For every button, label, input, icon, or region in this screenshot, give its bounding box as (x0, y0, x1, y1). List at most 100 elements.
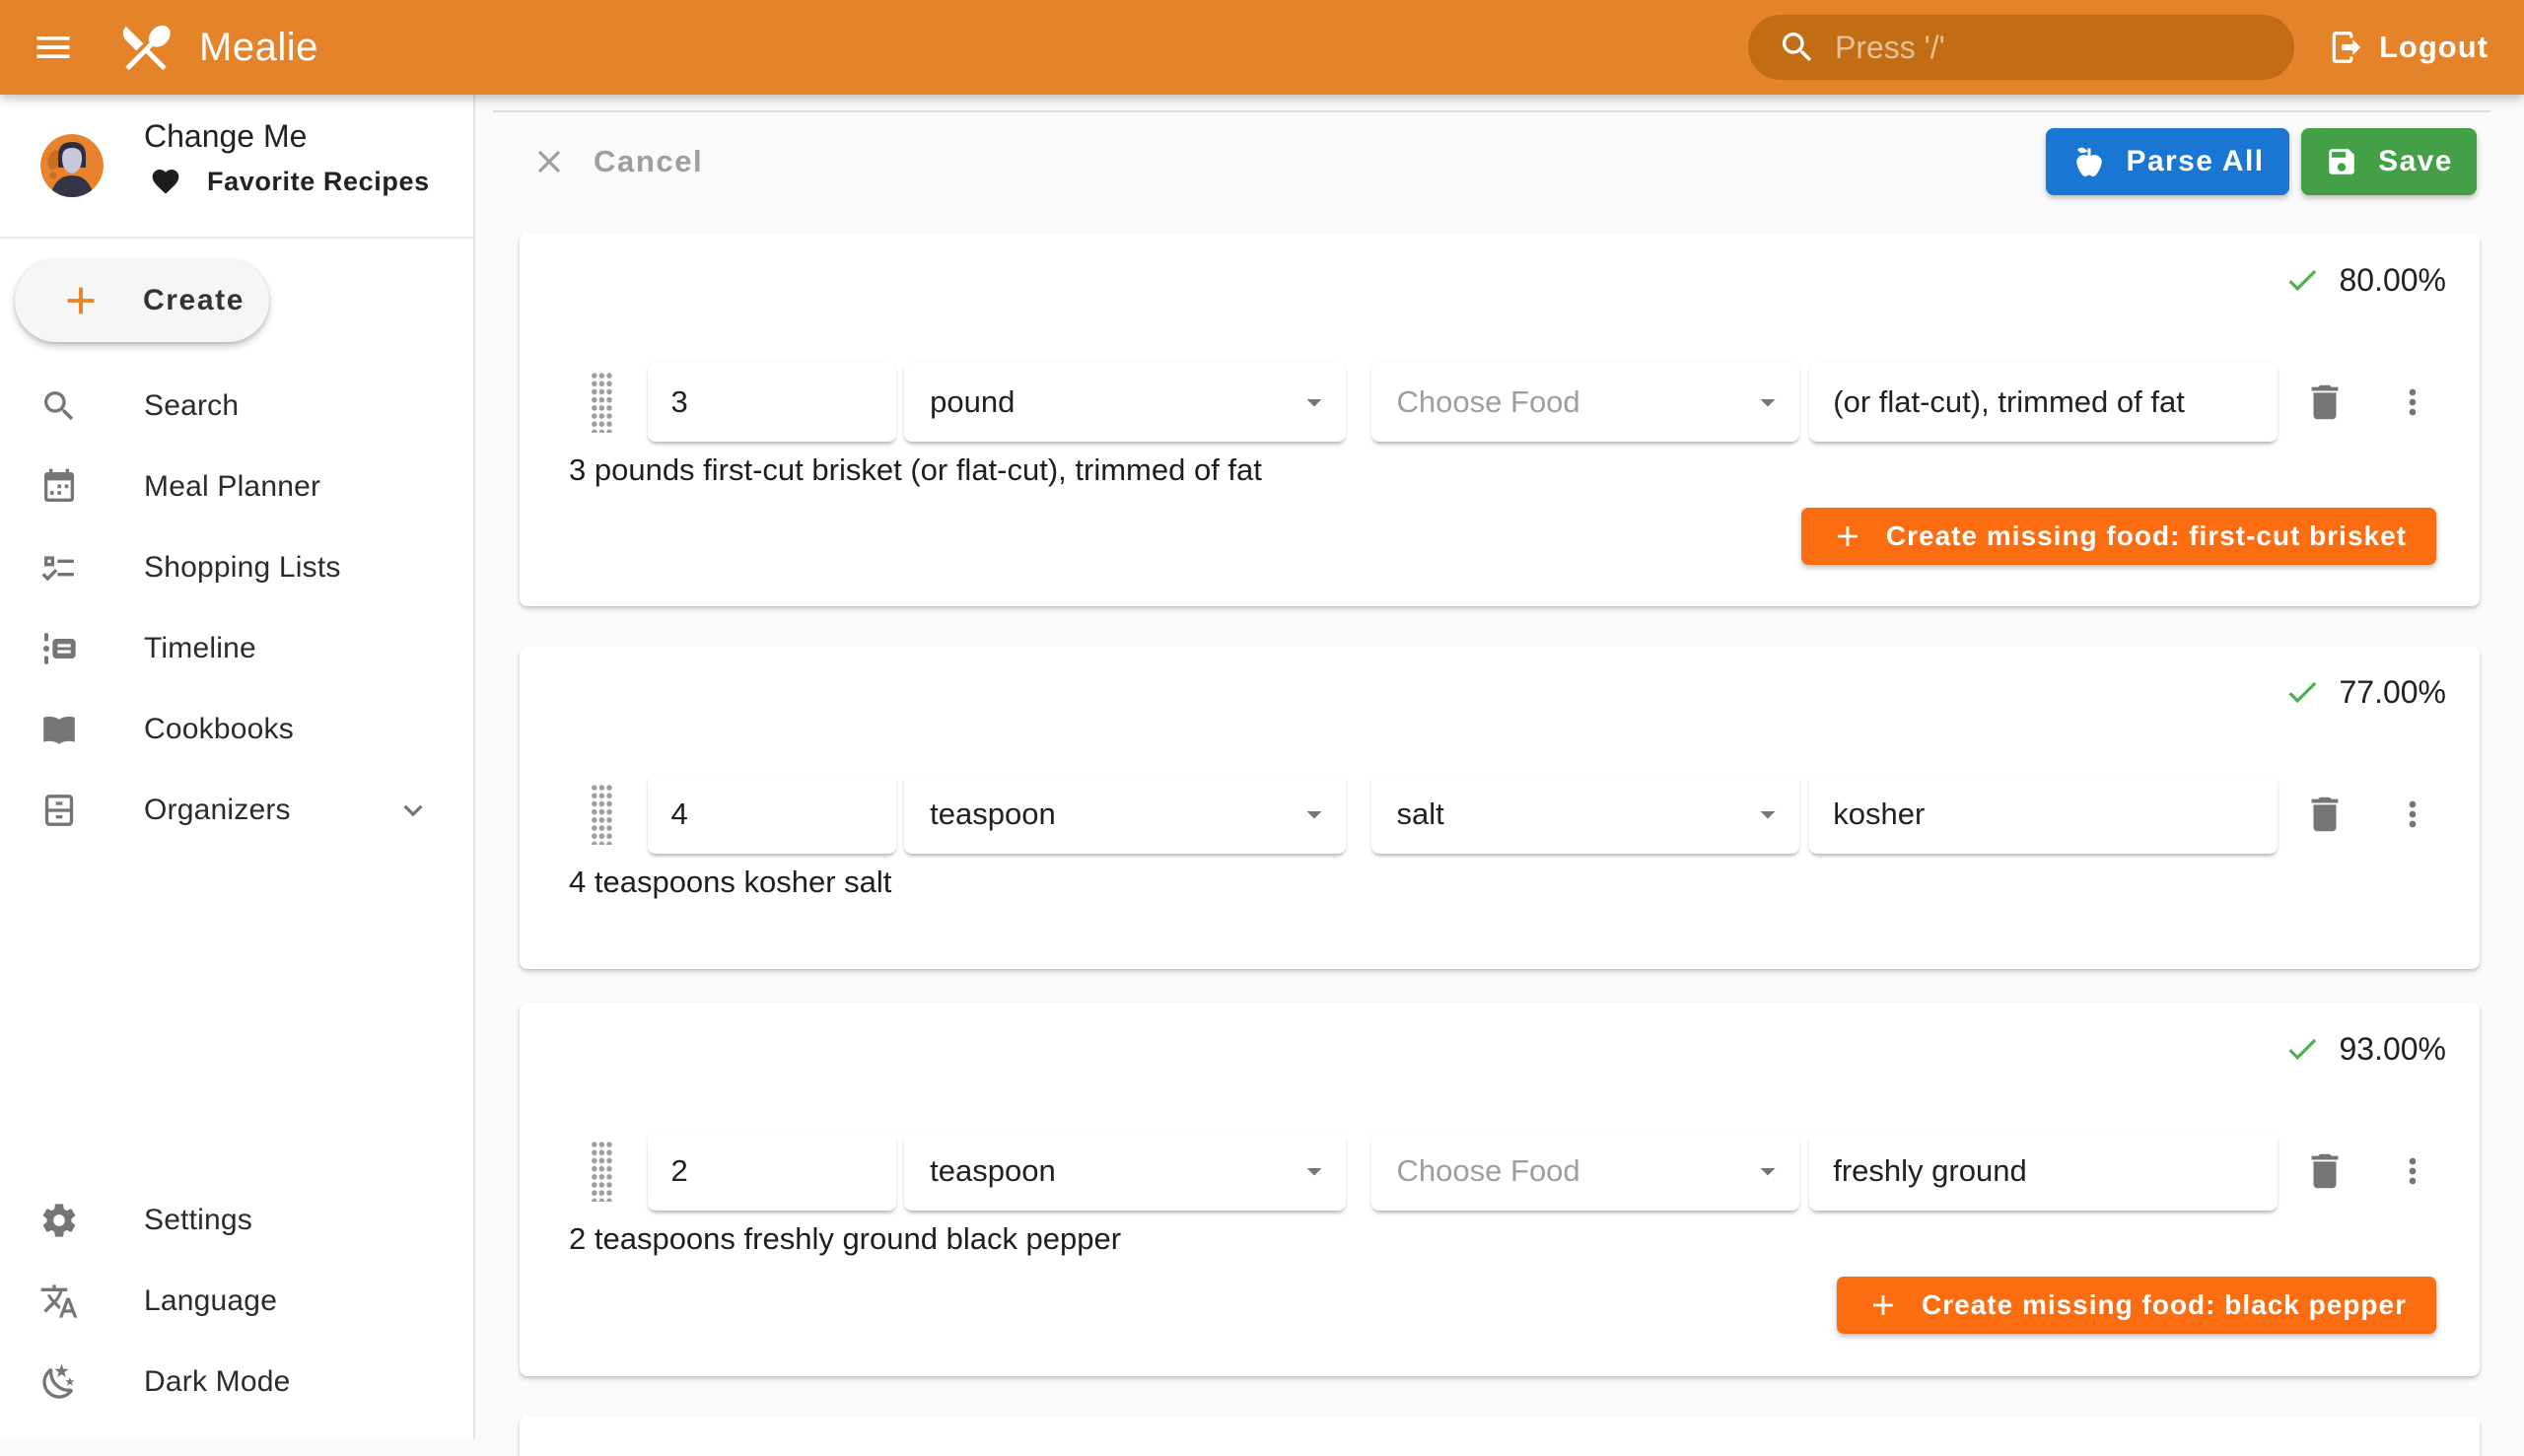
user-name: Change Me (144, 118, 307, 155)
divider (493, 110, 2490, 112)
parse-all-button[interactable]: Parse All (2046, 128, 2289, 195)
drag-handle-icon[interactable] (591, 372, 612, 433)
sidebar-item-cookbooks[interactable]: Cookbooks (0, 689, 473, 770)
delete-button[interactable] (2299, 375, 2349, 430)
check-icon (2283, 673, 2321, 711)
sidebar-item-settings[interactable]: Settings (0, 1180, 473, 1261)
search-input[interactable]: Press '/' (1748, 15, 2294, 80)
sidebar-item-dark-mode[interactable]: Dark Mode (0, 1342, 473, 1422)
quantity-input[interactable] (648, 1132, 897, 1211)
unit-select[interactable]: teaspoon (904, 775, 1345, 854)
dots-vertical-icon (2393, 793, 2432, 836)
trash-icon (2302, 1148, 2348, 1194)
confidence-indicator: 80.00% (2283, 261, 2446, 299)
sidebar-item-shopping-lists[interactable]: Shopping Lists (0, 527, 473, 608)
chevron-down-icon[interactable] (394, 792, 432, 829)
original-ingredient-text: 2 teaspoons freshly ground black pepper (569, 1221, 1121, 1257)
list-checks-icon (39, 548, 79, 588)
save-button[interactable]: Save (2301, 128, 2477, 195)
quantity-field[interactable] (648, 775, 897, 854)
drag-handle-icon[interactable] (591, 784, 612, 845)
quantity-input[interactable] (648, 363, 897, 442)
quantity-field[interactable] (648, 363, 897, 442)
translate-icon (39, 1282, 79, 1321)
app-bar: Mealie Press '/' Logout (0, 0, 2524, 95)
create-missing-food-button[interactable]: Create missing food: black pepper (1837, 1277, 2436, 1334)
note-field[interactable] (1809, 775, 2278, 854)
note-input[interactable] (1809, 1132, 2278, 1211)
sidebar-item-timeline[interactable]: Timeline (0, 608, 473, 689)
sidebar-item-language[interactable]: Language (0, 1261, 473, 1342)
logout-button[interactable]: Logout (2328, 29, 2489, 66)
calendar-icon (39, 467, 79, 507)
file-cabinet-icon (39, 791, 79, 830)
plus-icon (58, 278, 104, 323)
menu-down-icon (1297, 384, 1332, 420)
confidence-indicator: 93.00% (2283, 1030, 2446, 1068)
menu-down-icon (1297, 1153, 1332, 1189)
ingredient-fields: teaspoon salt (567, 775, 2432, 854)
mealie-logo-icon[interactable] (114, 16, 177, 79)
parser-toolbar: Cancel Parse All Save (475, 128, 2524, 195)
logout-icon (2328, 29, 2365, 66)
quantity-field[interactable] (648, 1132, 897, 1211)
note-input[interactable] (1809, 775, 2278, 854)
favorite-recipes-link[interactable]: Favorite Recipes (150, 166, 430, 197)
heart-icon (150, 166, 181, 197)
note-field[interactable] (1809, 363, 2278, 442)
original-ingredient-text: 3 pounds first-cut brisket (or flat-cut)… (569, 452, 1262, 488)
delete-button[interactable] (2299, 787, 2349, 842)
more-options-button[interactable] (2393, 1144, 2432, 1199)
avatar (40, 134, 104, 197)
book-open-icon (39, 710, 79, 749)
ingredient-card: 80.00% pound Choose Food 3 pounds first-… (520, 234, 2480, 606)
note-field[interactable] (1809, 1132, 2278, 1211)
menu-down-icon (1750, 384, 1786, 420)
confidence-value: 93.00% (2339, 1031, 2446, 1068)
app-title: Mealie (199, 26, 318, 70)
ingredient-fields: teaspoon Choose Food (567, 1132, 2432, 1211)
sidebar-item-meal-planner[interactable]: Meal Planner (0, 447, 473, 527)
food-select[interactable]: Choose Food (1371, 1132, 1800, 1211)
note-input[interactable] (1809, 363, 2278, 442)
check-icon (2283, 261, 2321, 299)
unit-select[interactable]: teaspoon (904, 1132, 1345, 1211)
more-options-button[interactable] (2393, 787, 2432, 842)
search-icon (39, 386, 79, 426)
delete-button[interactable] (2299, 1144, 2349, 1199)
main-content: Cancel Parse All Save 80.00% pound Choos… (475, 95, 2524, 1439)
more-options-button[interactable] (2393, 375, 2432, 430)
trash-icon (2302, 380, 2348, 425)
quantity-input[interactable] (648, 775, 897, 854)
plus-icon (1831, 520, 1864, 553)
original-ingredient-text: 4 teaspoons kosher salt (569, 865, 891, 900)
check-icon (2283, 1030, 2321, 1068)
trash-icon (2302, 792, 2348, 837)
sidebar: Change Me Favorite Recipes Create Search… (0, 95, 475, 1439)
ingredient-fields: pound Choose Food (567, 363, 2432, 442)
sidebar-item-organizers[interactable]: Organizers (0, 770, 473, 851)
food-select[interactable]: salt (1371, 775, 1800, 854)
sidebar-item-search[interactable]: Search (0, 366, 473, 447)
dots-vertical-icon (2393, 381, 2432, 424)
timeline-icon (39, 629, 79, 668)
ingredient-card: 77.00% teaspoon salt 4 teaspoons kosher … (520, 646, 2480, 969)
close-icon (530, 143, 568, 180)
menu-down-icon (1750, 797, 1786, 832)
plus-icon (1866, 1288, 1900, 1322)
sidebar-nav: Search Meal Planner Shopping Lists Timel… (0, 366, 473, 851)
create-missing-food-button[interactable]: Create missing food: first-cut brisket (1801, 508, 2436, 565)
moon-icon (39, 1362, 79, 1402)
confidence-indicator: 77.00% (2283, 673, 2446, 711)
unit-select[interactable]: pound (904, 363, 1345, 442)
menu-down-icon (1297, 797, 1332, 832)
apple-icon (2071, 144, 2107, 179)
cancel-button[interactable]: Cancel (530, 128, 703, 195)
menu-icon[interactable] (18, 12, 89, 83)
create-button[interactable]: Create (15, 259, 269, 342)
save-icon (2325, 145, 2358, 178)
drag-handle-icon[interactable] (591, 1141, 612, 1202)
food-select[interactable]: Choose Food (1371, 363, 1800, 442)
confidence-value: 77.00% (2339, 674, 2446, 711)
user-profile[interactable]: Change Me Favorite Recipes (0, 95, 473, 237)
